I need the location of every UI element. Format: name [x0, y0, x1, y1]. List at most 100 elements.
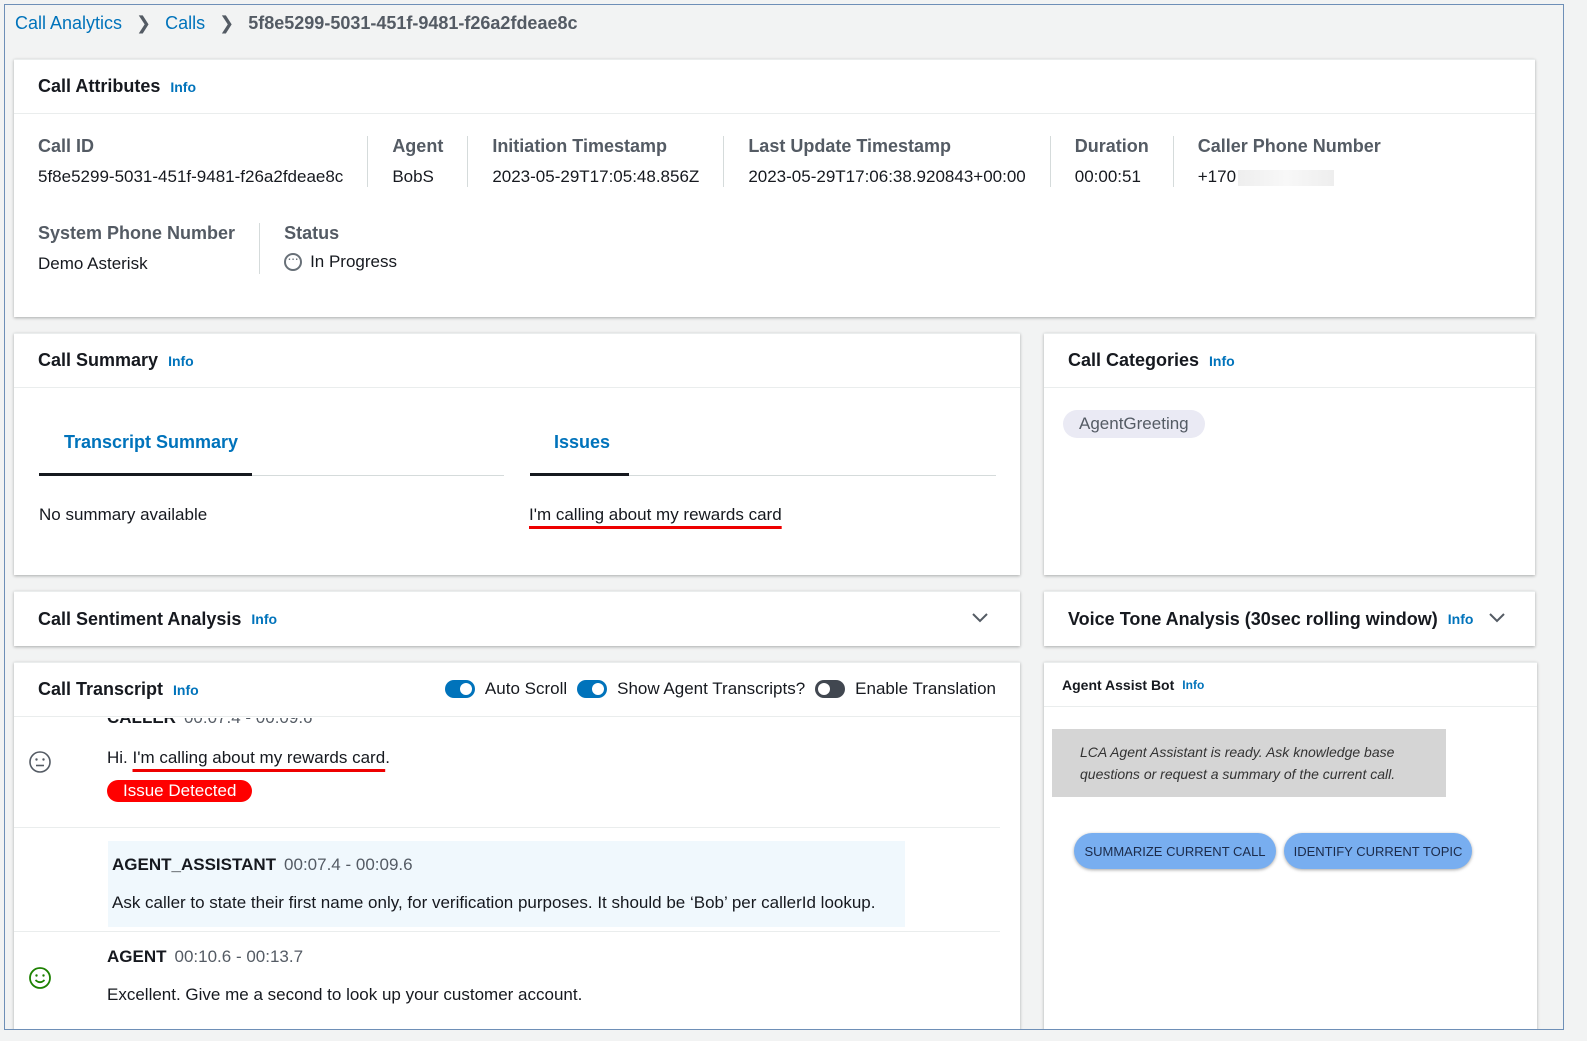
chevron-down-icon[interactable] — [1487, 608, 1507, 631]
info-link[interactable]: Info — [1182, 678, 1204, 692]
categories-list: AgentGreeting — [1044, 388, 1535, 438]
chevron-right-icon: ❯ — [219, 13, 235, 33]
attr-label: Caller Phone Number — [1197, 136, 1381, 156]
call-categories-header: Call Categories Info — [1044, 334, 1535, 388]
info-link[interactable]: Info — [1448, 611, 1474, 627]
attr-caller-phone: Caller Phone Number +170 — [1172, 136, 1405, 187]
turn-content: AGENT 00:10.6 - 00:13.7 Excellent. Give m… — [107, 947, 582, 1005]
utterance: Ask caller to state their first name onl… — [112, 893, 876, 912]
sentiment-panel[interactable]: Call Sentiment Analysis Info — [14, 591, 1020, 646]
attr-label: Call ID — [38, 136, 95, 156]
sentiment-header[interactable]: Call Sentiment Analysis Info — [14, 592, 1020, 646]
attr-initiation-timestamp: Initiation Timestamp 2023-05-29T17:05:48… — [467, 136, 723, 187]
issue-text: I'm calling about my rewards card — [529, 505, 782, 524]
info-link[interactable]: Info — [251, 611, 277, 627]
chevron-right-icon: ❯ — [136, 13, 152, 33]
turn-timestamp: 00:07.4 - 00:09.6 — [184, 718, 313, 727]
agent-assist-header: Agent Assist Bot Info — [1044, 663, 1537, 707]
voice-tone-panel[interactable]: Voice Tone Analysis (30sec rolling windo… — [1044, 591, 1535, 646]
tab-active-indicator — [530, 473, 629, 476]
in-progress-icon — [284, 250, 303, 271]
attr-label: Initiation Timestamp — [492, 136, 668, 156]
transcript-summary-text: No summary available — [39, 505, 208, 524]
attr-status: Status In Progress — [259, 223, 421, 274]
toggle-label: Auto Scroll — [484, 679, 568, 698]
breadcrumb-calls[interactable]: Calls — [165, 13, 205, 34]
bot-message: LCA Agent Assistant is ready. Ask knowle… — [1052, 729, 1446, 797]
tab-active-indicator — [39, 473, 252, 476]
turn-content: CALLER 00:07.4 - 00:09.6 Hi. I'm calling … — [107, 718, 390, 802]
issue-detected-badge: Issue Detected — [107, 780, 253, 802]
category-badge: AgentGreeting — [1063, 410, 1205, 438]
chevron-down-icon[interactable] — [970, 608, 990, 631]
utterance-issue-text: I'm calling about my rewards card — [132, 748, 386, 767]
panel-title: Voice Tone Analysis (30sec rolling windo… — [1068, 608, 1438, 629]
call-summary-header: Call Summary Info — [14, 334, 1020, 388]
attr-agent: Agent BobS — [367, 136, 467, 187]
attributes-row-2: System Phone Number Demo Asterisk Status… — [14, 187, 1535, 274]
utterance: Excellent. Give me a second to look up y… — [107, 985, 583, 1004]
info-link[interactable]: Info — [1209, 353, 1235, 369]
speaker-label: AGENT_ASSISTANT — [112, 855, 277, 874]
attr-system-phone: System Phone Number Demo Asterisk — [38, 223, 259, 274]
transcript-toggles: Auto Scroll Show Agent Transcripts? Enab… — [435, 679, 996, 699]
attr-label: Last Update Timestamp — [748, 136, 952, 156]
enable-translation-toggle[interactable] — [815, 680, 846, 698]
info-link[interactable]: Info — [173, 682, 199, 698]
panel-title: Call Attributes — [38, 76, 161, 96]
call-transcript-panel: Call Transcript Info Auto Scroll Show Ag… — [14, 662, 1020, 1029]
auto-scroll-toggle[interactable] — [444, 680, 475, 698]
tab-transcript-summary[interactable]: Transcript Summary — [64, 432, 238, 453]
panel-title: Call Summary — [38, 350, 159, 370]
attr-value: 2023-05-29T17:05:48.856Z — [492, 167, 700, 186]
tab-issues[interactable]: Issues — [554, 432, 610, 453]
panel-title: Call Categories — [1068, 350, 1200, 370]
transcript-turn-caller: CALLER 00:07.4 - 00:09.6 Hi. I'm calling … — [14, 718, 1000, 828]
call-categories-panel: Call Categories Info AgentGreeting — [1044, 333, 1535, 575]
agent-assist-panel: Agent Assist Bot Info LCA Agent Assistan… — [1044, 662, 1537, 1029]
app-frame: Call Analytics ❯ Calls ❯ 5f8e5299-5031-4… — [4, 4, 1564, 1030]
call-transcript-header: Call Transcript Info Auto Scroll Show Ag… — [14, 663, 1020, 717]
call-summary-panel: Call Summary Info Transcript Summary Iss… — [14, 333, 1020, 575]
show-agent-transcripts-toggle[interactable] — [577, 680, 608, 698]
attr-label: Duration — [1074, 136, 1149, 156]
attr-duration: Duration 00:00:51 — [1049, 136, 1173, 187]
attr-call-id: Call ID 5f8e5299-5031-451f-9481-f26a2fde… — [38, 136, 367, 187]
call-attributes-header: Call Attributes Info — [14, 60, 1535, 114]
attr-value: 2023-05-29T17:06:38.920843+00:00 — [748, 167, 1026, 186]
attr-last-update-timestamp: Last Update Timestamp 2023-05-29T17:06:3… — [723, 136, 1049, 187]
attr-value: +170 — [1198, 167, 1381, 187]
utterance-prefix: Hi. — [107, 748, 133, 767]
speaker-label: CALLER — [107, 718, 176, 727]
speaker-label: AGENT — [107, 947, 167, 966]
identify-current-topic-button[interactable]: IDENTIFY CURRENT TOPIC — [1284, 833, 1472, 869]
transcript-list[interactable]: CALLER 00:07.4 - 00:09.6 Hi. I'm calling … — [14, 718, 1000, 1028]
attr-value: In Progress — [284, 250, 397, 272]
info-link[interactable]: Info — [168, 353, 194, 369]
panel-title: Call Transcript — [38, 679, 164, 699]
utterance-suffix: . — [385, 748, 390, 767]
attr-label: System Phone Number — [38, 223, 236, 243]
phone-visible-part: +170 — [1197, 167, 1237, 186]
positive-face-icon — [29, 967, 51, 989]
breadcrumb-call-analytics[interactable]: Call Analytics — [15, 13, 122, 34]
attributes-row-1: Call ID 5f8e5299-5031-451f-9481-f26a2fde… — [14, 114, 1535, 187]
voice-tone-header[interactable]: Voice Tone Analysis (30sec rolling windo… — [1044, 592, 1535, 646]
breadcrumb-current: 5f8e5299-5031-451f-9481-f26a2fdeae8c — [248, 13, 578, 33]
phone-redacted-blur — [1238, 169, 1335, 186]
attr-value: 00:00:51 — [1074, 167, 1141, 186]
turn-timestamp: 00:07.4 - 00:09.6 — [284, 855, 413, 874]
summarize-current-call-button[interactable]: SUMMARIZE CURRENT CALL — [1074, 833, 1276, 869]
call-attributes-panel: Call Attributes Info Call ID 5f8e5299-50… — [14, 59, 1535, 317]
toggle-label: Show Agent Transcripts? — [617, 679, 806, 698]
attr-label: Status — [284, 223, 340, 243]
panel-title: Call Sentiment Analysis — [38, 608, 242, 629]
transcript-turn-agent-assistant: AGENT_ASSISTANT 00:07.4 - 00:09.6 Ask cal… — [14, 828, 1000, 932]
assistant-message-box: AGENT_ASSISTANT 00:07.4 - 00:09.6 Ask cal… — [108, 841, 905, 927]
transcript-turn-agent: AGENT 00:10.6 - 00:13.7 Excellent. Give m… — [14, 932, 1000, 1028]
status-text: In Progress — [310, 252, 397, 271]
attr-value: 5f8e5299-5031-451f-9481-f26a2fdeae8c — [38, 167, 344, 186]
breadcrumb: Call Analytics ❯ Calls ❯ 5f8e5299-5031-4… — [15, 13, 578, 34]
info-link[interactable]: Info — [170, 79, 196, 95]
panel-title: Agent Assist Bot — [1062, 676, 1175, 693]
